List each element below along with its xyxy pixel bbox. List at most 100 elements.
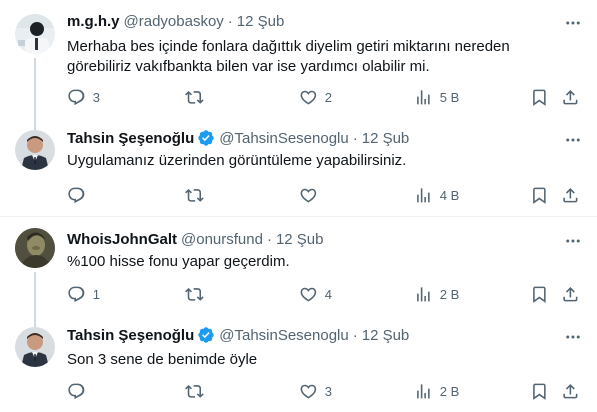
retweet-button[interactable] [185,284,211,304]
bookmark-button[interactable] [530,87,549,107]
like-count: 4 [324,286,332,302]
action-bar: 4 B [67,185,587,205]
thread-line [34,58,36,118]
share-button[interactable] [561,87,580,107]
reply-button[interactable] [67,381,93,401]
author-handle[interactable]: @onursfund [181,231,263,248]
retweet-icon [185,186,204,205]
share-icon [561,285,580,304]
author-handle[interactable]: @radyobaskoy [124,13,224,30]
bookmark-icon [530,382,549,401]
reply-icon [67,382,86,401]
like-button[interactable]: 4 [299,284,332,304]
like-button[interactable] [299,185,325,205]
separator: · [352,326,358,344]
tweet[interactable]: m.g.h.y @radyobaskoy · 12 Şub Merhaba be… [0,0,597,118]
share-button[interactable] [561,284,580,304]
avatar[interactable] [15,130,55,170]
views-button[interactable]: 5 B [414,87,459,107]
verified-badge-icon [197,326,215,344]
tweet-header: Tahsin Şeşenoğlu @TahsinSesenoglu · 12 Ş… [67,128,409,148]
reply-icon [67,88,86,107]
like-count: 2 [324,89,332,105]
bookmark-button[interactable] [530,185,549,205]
views-count: 5 B [439,89,460,105]
author-name[interactable]: Tahsin Şeşenoğlu [67,130,194,147]
views-button[interactable]: 4 B [414,185,459,205]
separator: · [266,230,272,248]
thread-line [34,272,36,317]
views-count: 2 B [439,383,460,399]
views-button[interactable]: 2 B [414,284,459,304]
reply-button[interactable] [67,185,93,205]
retweet-button[interactable] [185,185,211,205]
separator: · [227,12,233,30]
retweet-icon [185,285,204,304]
reply-count: 3 [92,89,100,105]
verified-badge-icon [197,129,215,147]
author-name[interactable]: WhoisJohnGalt [67,231,177,248]
author-handle[interactable]: @TahsinSesenoglu [219,130,348,147]
more-dots-icon[interactable] [562,326,584,348]
retweet-button[interactable] [185,381,211,401]
avatar[interactable] [15,327,55,367]
avatar[interactable] [15,228,55,268]
more-dots-icon[interactable] [562,129,584,151]
like-icon [299,88,318,107]
tweet[interactable]: WhoisJohnGalt @onursfund · 12 Şub %100 h… [0,217,597,317]
reply-icon [67,285,86,304]
views-button[interactable]: 2 B [414,381,459,401]
like-count: 3 [324,383,332,399]
reply-button[interactable]: 1 [67,284,100,304]
views-icon [414,186,433,205]
tweet-text: %100 hisse fonu yapar geçerdim. [67,252,577,272]
tweet-text-line: Uygulamanız üzerinden görüntüleme yapabi… [67,152,407,169]
avatar[interactable] [15,14,55,54]
tweet-text-line: Merhaba bes içinde fonlara dağıttık diye… [67,38,510,55]
tweet-text-line: Son 3 sene de benimde öyle [67,351,258,368]
share-button[interactable] [561,381,580,401]
timestamp[interactable]: 12 Şub [362,327,410,344]
thread-line [34,118,36,130]
tweet[interactable]: Tahsin Şeşenoğlu @TahsinSesenoglu · 12 Ş… [0,317,597,412]
separator: · [352,129,358,147]
retweet-button[interactable] [185,87,211,107]
share-button[interactable] [561,185,580,205]
like-button[interactable]: 2 [299,87,332,107]
timestamp[interactable]: 12 Şub [362,130,410,147]
tweet[interactable]: Tahsin Şeşenoğlu @TahsinSesenoglu · 12 Ş… [0,118,597,216]
tweet-header: Tahsin Şeşenoğlu @TahsinSesenoglu · 12 Ş… [67,325,409,345]
views-count: 4 B [439,187,460,203]
like-icon [299,186,318,205]
bookmark-icon [530,186,549,205]
reply-button[interactable]: 3 [67,87,100,107]
more-dots-icon[interactable] [562,230,584,252]
author-name[interactable]: m.g.h.y [67,13,120,30]
bookmark-button[interactable] [530,284,549,304]
like-icon [299,285,318,304]
tweet-text: Merhaba bes içinde fonlara dağıttık diye… [67,37,577,77]
author-handle[interactable]: @TahsinSesenoglu [219,327,348,344]
tweet-header: m.g.h.y @radyobaskoy · 12 Şub [67,11,284,31]
like-button[interactable]: 3 [299,381,332,401]
action-bar: 1 4 2 B [67,284,587,304]
author-name[interactable]: Tahsin Şeşenoğlu [67,327,194,344]
share-icon [561,382,580,401]
retweet-icon [185,88,204,107]
retweet-icon [185,382,204,401]
tweet-header: WhoisJohnGalt @onursfund · 12 Şub [67,229,324,249]
more-dots-icon[interactable] [562,12,584,34]
views-icon [414,88,433,107]
tweet-text-line: görebiliriz vakıfbankta bilen var ise ya… [67,58,430,75]
bookmark-button[interactable] [530,381,549,401]
bookmark-icon [530,285,549,304]
timestamp[interactable]: 12 Şub [237,13,285,30]
views-icon [414,285,433,304]
action-bar: 3 2 5 B [67,87,587,107]
reply-count: 1 [92,286,100,302]
timestamp[interactable]: 12 Şub [276,231,324,248]
like-icon [299,382,318,401]
share-icon [561,88,580,107]
reply-icon [67,186,86,205]
thread-line [34,317,36,327]
